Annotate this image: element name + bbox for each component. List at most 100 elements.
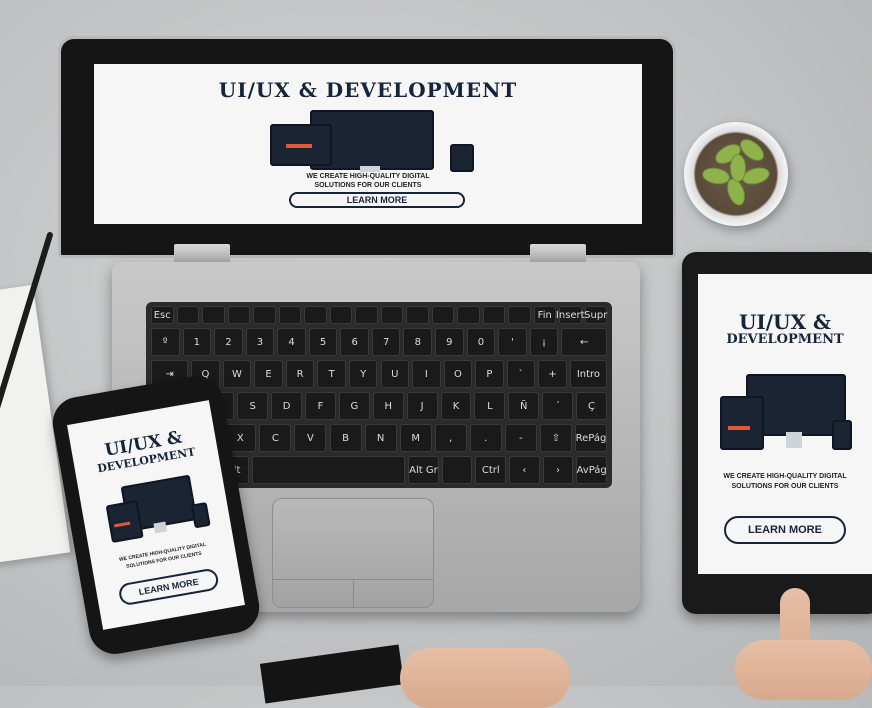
number-row-key[interactable]: 3 xyxy=(245,328,275,356)
bottom-row-key[interactable]: C xyxy=(259,424,292,452)
home-row-key[interactable]: J xyxy=(406,392,438,420)
learn-more-button[interactable]: LEARN MORE xyxy=(289,192,465,208)
bottom-row-key[interactable]: M xyxy=(399,424,432,452)
number-row-key[interactable]: 7 xyxy=(371,328,401,356)
top-row-key[interactable]: Y xyxy=(348,360,378,388)
number-row-key[interactable]: 1 xyxy=(182,328,212,356)
space-row-key[interactable]: ‹ xyxy=(509,456,540,484)
function-row-key[interactable] xyxy=(355,306,378,324)
function-row-key[interactable] xyxy=(406,306,429,324)
number-row-key[interactable]: 5 xyxy=(308,328,338,356)
bottom-row-key[interactable]: , xyxy=(434,424,467,452)
number-row-key[interactable]: 2 xyxy=(214,328,243,356)
tablet-title-1: UI/UX & xyxy=(738,310,832,334)
function-row-key[interactable] xyxy=(227,306,250,324)
home-row-key[interactable]: L xyxy=(474,392,506,420)
function-row-key[interactable]: Esc xyxy=(151,306,174,324)
function-row-key[interactable] xyxy=(329,306,352,324)
top-row-key[interactable]: Intro xyxy=(569,360,607,388)
leaf xyxy=(730,154,746,182)
bottom-row-key[interactable]: - xyxy=(504,424,537,452)
number-row-key[interactable]: 8 xyxy=(403,328,433,356)
tagline-line-2: SOLUTIONS FOR OUR CLIENTS xyxy=(314,182,422,189)
number-row-key[interactable]: º xyxy=(151,328,180,356)
tagline: WE CREATE HIGH-QUALITY DIGITAL SOLUTIONS… xyxy=(94,172,642,190)
home-row-key[interactable]: K xyxy=(440,392,472,420)
number-row-key[interactable]: 9 xyxy=(435,328,464,356)
function-row-key[interactable] xyxy=(176,306,199,324)
tagline-line-1: WE CREATE HIGH-QUALITY DIGITAL xyxy=(306,173,430,180)
learn-more-button[interactable]: LEARN MORE xyxy=(117,567,220,607)
page-title: UI/UX & DEVELOPMENT xyxy=(218,78,518,102)
hand-left xyxy=(400,648,570,708)
sleeve xyxy=(259,644,405,704)
function-row-key[interactable]: Insert xyxy=(556,306,585,324)
function-row-key[interactable] xyxy=(457,306,480,324)
home-row-key[interactable]: F xyxy=(305,392,336,420)
function-row-key[interactable] xyxy=(253,306,276,324)
top-row-key[interactable]: U xyxy=(380,360,410,388)
space-row-key[interactable]: Alt Gr xyxy=(408,456,439,484)
laptop-screen: UI/UX & DEVELOPMENT WE CREATE HIGH-QUALI… xyxy=(94,64,642,224)
number-row-key[interactable]: ← xyxy=(561,328,607,356)
trackpad[interactable] xyxy=(272,498,434,608)
tablet-illustration xyxy=(720,396,764,450)
home-row-key[interactable]: ´ xyxy=(542,392,574,420)
space-row-key[interactable] xyxy=(251,456,406,484)
phone-screen: UI/UX & DEVELOPMENT WE CREATE HIGH-QUALI… xyxy=(67,400,245,630)
top-row-key[interactable]: O xyxy=(443,360,473,388)
phone-illustration xyxy=(832,420,852,450)
bottom-row-key[interactable]: V xyxy=(294,424,327,452)
illustration-accent xyxy=(286,144,312,148)
hand-right xyxy=(734,640,872,700)
illustration-accent xyxy=(728,426,750,430)
function-row-key[interactable] xyxy=(482,306,505,324)
home-row-key[interactable]: Ç xyxy=(576,392,607,420)
tagline-line-2: SOLUTIONS FOR OUR CLIENTS xyxy=(731,483,839,490)
home-row-key[interactable]: S xyxy=(237,392,269,420)
bottom-row-key[interactable]: B xyxy=(329,424,362,452)
space-row-key[interactable]: Ctrl xyxy=(475,456,507,484)
tagline-line-1: WE CREATE HIGH-QUALITY DIGITAL xyxy=(723,473,847,480)
phone-illustration xyxy=(190,502,211,529)
top-row-key[interactable]: W xyxy=(222,360,252,388)
home-row-key[interactable]: Ñ xyxy=(508,392,540,420)
number-row-key[interactable]: 0 xyxy=(466,328,496,356)
number-row-key[interactable]: ¡ xyxy=(529,328,559,356)
bottom-row-key[interactable]: ⇧ xyxy=(539,424,572,452)
bottom-row-key[interactable]: . xyxy=(469,424,502,452)
space-row-key[interactable] xyxy=(441,456,473,484)
function-row-key[interactable]: Supr xyxy=(584,306,607,324)
top-row-key[interactable]: I xyxy=(412,360,441,388)
home-row-key[interactable]: G xyxy=(338,392,370,420)
function-row-key[interactable] xyxy=(202,306,225,324)
monitor-stand xyxy=(153,521,168,534)
top-row-key[interactable]: + xyxy=(538,360,567,388)
top-row-key[interactable]: R xyxy=(285,360,315,388)
function-row-key[interactable] xyxy=(380,306,403,324)
function-row-key[interactable] xyxy=(278,306,301,324)
top-row-key[interactable]: P xyxy=(475,360,504,388)
home-row-key[interactable]: H xyxy=(372,392,404,420)
top-row-key[interactable]: E xyxy=(254,360,283,388)
space-row-key[interactable]: › xyxy=(542,456,574,484)
top-row-key[interactable]: ` xyxy=(506,360,536,388)
number-row-key[interactable]: ' xyxy=(498,328,527,356)
number-row-key[interactable]: 6 xyxy=(340,328,369,356)
succulent-pot xyxy=(684,122,788,226)
tablet-screen: UI/UX & DEVELOPMENT WE CREATE HIGH-QUALI… xyxy=(698,274,872,574)
space-row-key[interactable]: AvPág xyxy=(576,456,607,484)
function-row-key[interactable] xyxy=(508,306,531,324)
function-row-key[interactable] xyxy=(304,306,327,324)
function-row-key[interactable]: Fin xyxy=(533,306,556,324)
monitor-stand xyxy=(786,432,802,448)
phone-illustration xyxy=(450,144,474,172)
top-row-key[interactable]: T xyxy=(317,360,346,388)
bottom-row-key[interactable]: N xyxy=(364,424,397,452)
learn-more-button[interactable]: LEARN MORE xyxy=(724,516,846,544)
function-row-key[interactable] xyxy=(431,306,454,324)
home-row-key[interactable]: D xyxy=(271,392,303,420)
tablet-title-2: DEVELOPMENT xyxy=(726,332,844,347)
number-row-key[interactable]: 4 xyxy=(277,328,306,356)
bottom-row-key[interactable]: RePág xyxy=(574,424,607,452)
